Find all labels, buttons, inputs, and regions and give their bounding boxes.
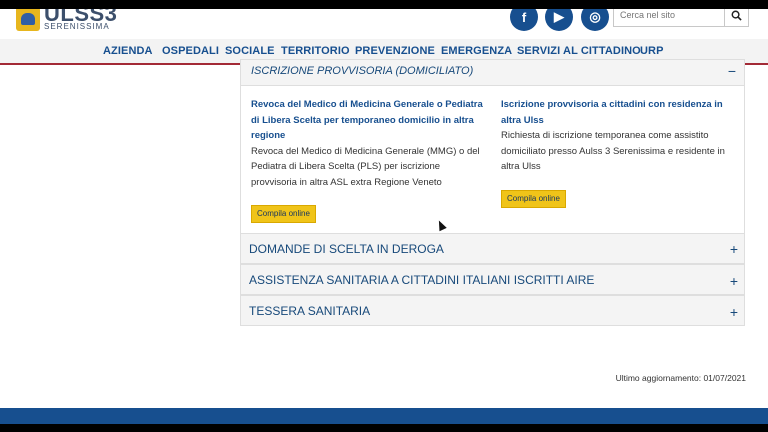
nav-item-sociale[interactable]: SOCIALE	[225, 45, 275, 57]
nav-item-azienda[interactable]: AZIENDA	[103, 45, 153, 57]
search-button[interactable]	[724, 9, 748, 26]
site-logo[interactable]: ULSS3 SERENISSIMA	[16, 9, 117, 33]
nav-item-emergenza[interactable]: EMERGENZA	[441, 45, 512, 57]
accordion-header-tessera-sanitaria[interactable]: TESSERA SANITARIA +	[240, 295, 745, 326]
expand-icon[interactable]: +	[730, 241, 738, 257]
search-input[interactable]	[614, 9, 724, 26]
search-box	[613, 9, 749, 27]
nav-item-servizi-al-cittadino[interactable]: SERVIZI AL CITTADINO	[517, 45, 641, 57]
accordion-header-aire[interactable]: ASSISTENZA SANITARIA A CITTADINI ITALIAN…	[240, 264, 745, 295]
site-header: ULSS3 SERENISSIMA f ▶ ◎	[0, 9, 768, 39]
accordion-header-scelta-deroga[interactable]: DOMANDE DI SCELTA IN DEROGA +	[240, 233, 745, 264]
service-card-revoca: Revoca del Medico di Medicina Generale o…	[251, 97, 483, 190]
youtube-icon[interactable]: ▶	[545, 9, 573, 31]
web-page: ULSS3 SERENISSIMA f ▶ ◎ AZIENDA OSPEDALI…	[0, 9, 768, 424]
expand-icon[interactable]: +	[730, 304, 738, 320]
accordion-title: DOMANDE DI SCELTA IN DEROGA	[249, 242, 444, 256]
nav-item-territorio[interactable]: TERRITORIO	[281, 45, 350, 57]
logo-emblem-icon	[16, 9, 40, 31]
logo-subtitle: SERENISSIMA	[44, 22, 110, 31]
nav-item-urp[interactable]: URP	[640, 45, 664, 57]
accordion-title: ASSISTENZA SANITARIA A CITTADINI ITALIAN…	[249, 273, 595, 287]
accordion-panel-iscrizione-provvisoria: ISCRIZIONE PROVVISORIA (DOMICILIATO) − R…	[240, 59, 745, 234]
service-card-iscrizione: Iscrizione provvisoria a cittadini con r…	[501, 97, 737, 175]
accordion-title: ISCRIZIONE PROVVISORIA (DOMICILIATO)	[251, 65, 474, 77]
service-card-title[interactable]: Revoca del Medico di Medicina Generale o…	[251, 97, 483, 144]
service-card-description: Revoca del Medico di Medicina Generale (…	[251, 145, 480, 188]
search-icon	[731, 10, 742, 21]
facebook-icon[interactable]: f	[510, 9, 538, 31]
instagram-icon[interactable]: ◎	[581, 9, 609, 31]
expand-icon[interactable]: +	[730, 273, 738, 289]
nav-item-ospedali[interactable]: OSPEDALI	[162, 45, 219, 57]
last-update-label: Ultimo aggiornamento: 01/07/2021	[615, 373, 746, 383]
collapse-icon[interactable]: −	[728, 63, 736, 79]
service-card-description: Richiesta di iscrizione temporanea come …	[501, 130, 725, 172]
accordion-title: TESSERA SANITARIA	[249, 304, 371, 318]
video-bottom-letterbox	[0, 424, 768, 432]
compila-online-button-iscrizione[interactable]: Compila online	[501, 190, 566, 208]
nav-item-prevenzione[interactable]: PREVENZIONE	[355, 45, 435, 57]
video-top-letterbox	[0, 0, 768, 9]
accordion-header-iscrizione-provvisoria[interactable]: ISCRIZIONE PROVVISORIA (DOMICILIATO) −	[241, 60, 744, 86]
site-footer	[0, 408, 768, 424]
compila-online-button-revoca[interactable]: Compila online	[251, 205, 316, 223]
service-card-title[interactable]: Iscrizione provvisoria a cittadini con r…	[501, 97, 737, 128]
